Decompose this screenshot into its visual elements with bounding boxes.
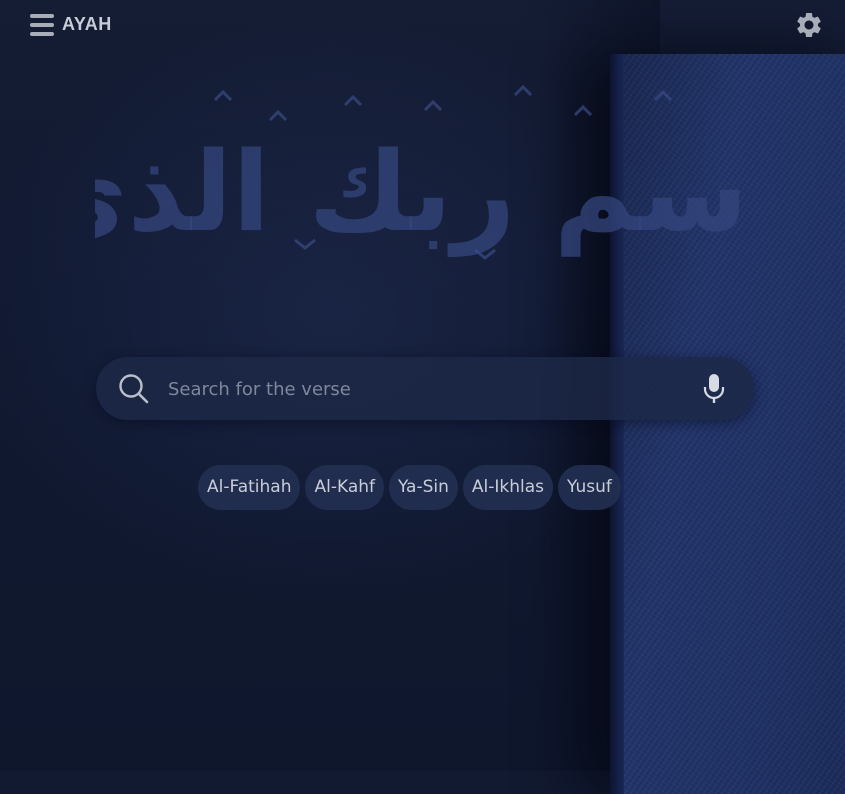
top-bar: AYAH	[0, 0, 845, 54]
search-icon[interactable]	[118, 373, 150, 405]
microphone-icon[interactable]	[703, 373, 725, 405]
menu-button[interactable]	[30, 14, 54, 36]
quick-surah-links: Al-Fatihah Al-Kahf Ya-Sin Al-Ikhlas Yusu…	[198, 465, 621, 510]
arabic-calligraphy-artwork: اقرأ باسم ربك الذي خلق	[95, 84, 755, 260]
chip-al-fatihah[interactable]: Al-Fatihah	[198, 465, 301, 510]
chip-al-kahf[interactable]: Al-Kahf	[305, 465, 384, 510]
chip-yusuf[interactable]: Yusuf	[558, 465, 621, 510]
chip-ya-sin[interactable]: Ya-Sin	[389, 465, 458, 510]
hamburger-menu-icon-line	[30, 32, 54, 36]
verse-search-bar	[96, 357, 754, 420]
gear-icon	[797, 12, 821, 37]
hamburger-menu-icon	[30, 14, 54, 18]
hamburger-menu-icon-line	[30, 23, 54, 27]
settings-button[interactable]	[794, 10, 824, 40]
chip-al-ikhlas[interactable]: Al-Ikhlas	[462, 465, 554, 510]
app-title: AYAH	[62, 14, 112, 34]
search-input[interactable]	[168, 369, 688, 409]
calligraphy-text: اقرأ باسم ربك الذي خلق	[95, 121, 755, 257]
